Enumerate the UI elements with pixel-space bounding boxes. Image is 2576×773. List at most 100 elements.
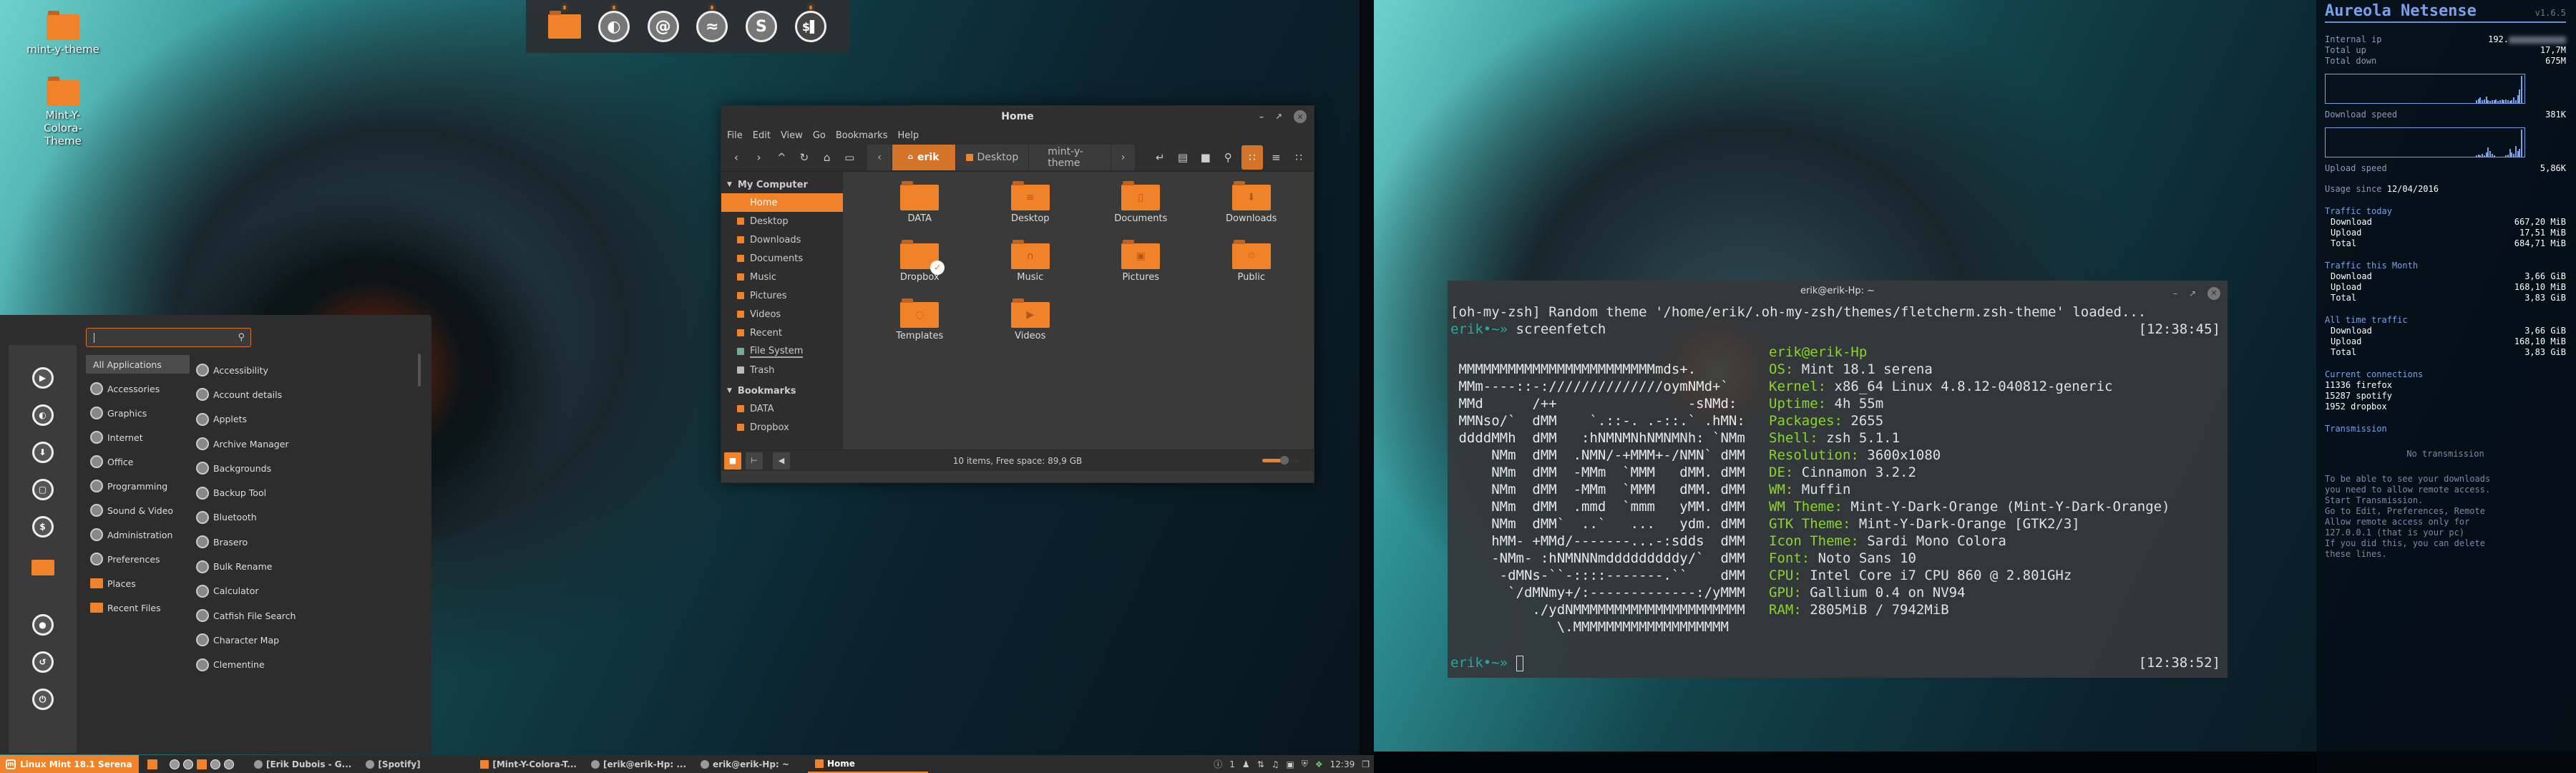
category-item[interactable]: Graphics	[86, 401, 190, 425]
menu-edit[interactable]: Edit	[753, 130, 771, 141]
app-item[interactable]: Catfish File Search	[196, 603, 411, 628]
task-mint-y-colora[interactable]: [Mint-Y-Colora-T...	[473, 755, 584, 773]
forward-button[interactable]: ›	[750, 147, 769, 167]
app-item[interactable]: Archive Manager	[196, 432, 411, 456]
dock-spotify[interactable]: ≈	[696, 6, 728, 43]
list-view-button[interactable]: ≡	[1267, 147, 1286, 167]
app-item[interactable]: Clementine	[196, 653, 411, 677]
sidebar-item-recent[interactable]: Recent	[721, 324, 843, 342]
file-item-pictures[interactable]: ▣ Pictures	[1106, 238, 1175, 292]
dock-terminal[interactable]: $▌	[794, 6, 827, 43]
category-item[interactable]: Preferences	[86, 547, 190, 571]
app-item[interactable]: Bluetooth	[196, 505, 411, 530]
file-item-templates[interactable]: ◌ Templates	[885, 296, 954, 351]
app-item[interactable]: Backgrounds	[196, 456, 411, 480]
terminal-window[interactable]: erik@erik-Hp: ~ – ↗ ✕ [oh-my-zsh] Random…	[1448, 281, 2228, 678]
screen-icon[interactable]: ▢	[31, 479, 54, 500]
sidebar-item-downloads[interactable]: Downloads	[721, 230, 843, 249]
folder-launcher-icon[interactable]	[197, 759, 207, 769]
app-item[interactable]: Backup Tool	[196, 480, 411, 505]
info-launcher-icon[interactable]	[224, 759, 234, 769]
screenshot-icon[interactable]: ▣	[1287, 759, 1294, 769]
files-launcher-icon[interactable]	[147, 759, 157, 769]
user-icon[interactable]: ♟	[1242, 759, 1250, 769]
app-list-scrollbar[interactable]	[418, 354, 421, 386]
menu-go[interactable]: Go	[813, 130, 826, 141]
notifications-icon[interactable]: ⓘ	[1214, 758, 1222, 770]
breadcrumb-desktop[interactable]: Desktop	[956, 144, 1030, 170]
task-terminal-2[interactable]: erik@erik-Hp: ~	[693, 755, 808, 773]
breadcrumb-next[interactable]: ›	[1111, 145, 1136, 170]
terminal-content[interactable]: [oh-my-zsh] Random theme '/home/erik/.oh…	[1448, 302, 2228, 674]
category-item[interactable]: Programming	[86, 474, 190, 498]
sidebar-item-music[interactable]: Music	[721, 268, 843, 286]
minimize-button[interactable]: –	[1259, 112, 1264, 122]
close-button[interactable]: ✕	[2207, 287, 2220, 300]
download-icon[interactable]: ⬇	[31, 442, 54, 463]
menu-search-input[interactable]: ⚲	[86, 328, 251, 347]
reload-button[interactable]: ↻	[795, 147, 814, 167]
up-button[interactable]: ^	[772, 147, 791, 167]
file-item-videos[interactable]: ▶ Videos	[996, 296, 1065, 351]
sidebar-section-my-computer[interactable]: ▼ My Computer	[721, 176, 843, 193]
maximize-button[interactable]: ↗	[1275, 112, 1282, 122]
screen-launcher-icon[interactable]	[210, 759, 220, 769]
sidebar-item-desktop[interactable]: Desktop	[721, 212, 843, 230]
window-titlebar[interactable]: erik@erik-Hp: ~ – ↗ ✕	[1448, 281, 2228, 302]
computer-button[interactable]: ▭	[841, 147, 859, 167]
network-icon[interactable]: ⇅	[1257, 759, 1264, 769]
category-item[interactable]: Administration	[86, 522, 190, 547]
sidebar-item-dropbox[interactable]: Dropbox	[721, 418, 843, 437]
task-firefox[interactable]: [Erik Dubois - G...	[247, 755, 358, 773]
file-item-documents[interactable]: ▯ Documents	[1106, 179, 1175, 233]
app-item[interactable]: Applets	[196, 407, 411, 432]
task-terminal-1[interactable]: [erik@erik-Hp: ...	[584, 755, 693, 773]
menu-help[interactable]: Help	[897, 130, 919, 141]
breadcrumb-prev[interactable]: ‹	[867, 144, 892, 170]
file-item-public[interactable]: ♲ Public	[1217, 238, 1286, 292]
task-home[interactable]: Home	[808, 755, 929, 773]
zoom-slider[interactable]	[1262, 456, 1299, 465]
compact-view-button[interactable]: ∷	[1289, 147, 1308, 167]
terminal-button[interactable]: ▤	[1174, 147, 1192, 167]
app-item[interactable]: Account details	[196, 382, 411, 407]
logout-icon[interactable]: ↺	[31, 651, 54, 673]
category-item[interactable]: Office	[86, 449, 190, 474]
firefox-icon[interactable]: ◐	[31, 404, 54, 426]
file-item-desktop[interactable]: ≡ Desktop	[996, 179, 1065, 233]
shield-icon[interactable]: ⛨	[1302, 759, 1308, 769]
app-item[interactable]: Accessibility	[196, 358, 411, 382]
dock-firefox[interactable]: ◐	[597, 6, 630, 43]
icon-view-button[interactable]: ∷	[1241, 145, 1263, 170]
menu-file[interactable]: File	[727, 130, 743, 141]
file-item-data[interactable]: DATA	[885, 179, 954, 233]
close-button[interactable]: ✕	[1294, 110, 1307, 123]
file-item-dropbox[interactable]: ✓ Dropbox	[885, 238, 954, 292]
breadcrumb-erik[interactable]: ⌂ erik	[892, 144, 956, 170]
firefox-launcher-icon[interactable]	[170, 759, 180, 769]
desktop-icon-mint-y-theme[interactable]: mint-y-theme	[20, 6, 106, 56]
transmission-icon[interactable]: ▶	[31, 367, 54, 389]
dock-mail[interactable]: @	[647, 10, 680, 43]
sidebar-item-videos[interactable]: Videos	[721, 305, 843, 324]
power-icon[interactable]: ⏻	[31, 689, 54, 710]
sound-icon[interactable]: ♫	[1272, 759, 1279, 769]
category-item[interactable]: Accessories	[86, 376, 190, 401]
show-desktop-icon[interactable]: ❐	[1362, 759, 1370, 769]
app-item[interactable]: Brasero	[196, 530, 411, 554]
sidebar-item-data[interactable]: DATA	[721, 399, 843, 418]
menu-bookmarks[interactable]: Bookmarks	[836, 130, 888, 141]
sidebar-item-file-system[interactable]: File System	[721, 342, 843, 361]
folder-icon[interactable]	[31, 560, 54, 575]
app-item[interactable]: Calculator	[196, 579, 411, 603]
sidebar-item-home[interactable]: Home	[721, 193, 843, 212]
sidebar-item-pictures[interactable]: Pictures	[721, 286, 843, 305]
terminal-launcher-icon[interactable]	[183, 759, 193, 769]
terminal-icon[interactable]: $	[31, 516, 54, 538]
sidebar-section-bookmarks[interactable]: ▼ Bookmarks	[721, 382, 843, 399]
category-item[interactable]: All Applications	[86, 355, 190, 374]
file-item-music[interactable]: ∩ Music	[996, 238, 1065, 292]
clock[interactable]: 12:39	[1330, 759, 1355, 769]
dropbox-icon[interactable]: ❖	[1315, 759, 1323, 769]
menu-view[interactable]: View	[781, 130, 803, 141]
